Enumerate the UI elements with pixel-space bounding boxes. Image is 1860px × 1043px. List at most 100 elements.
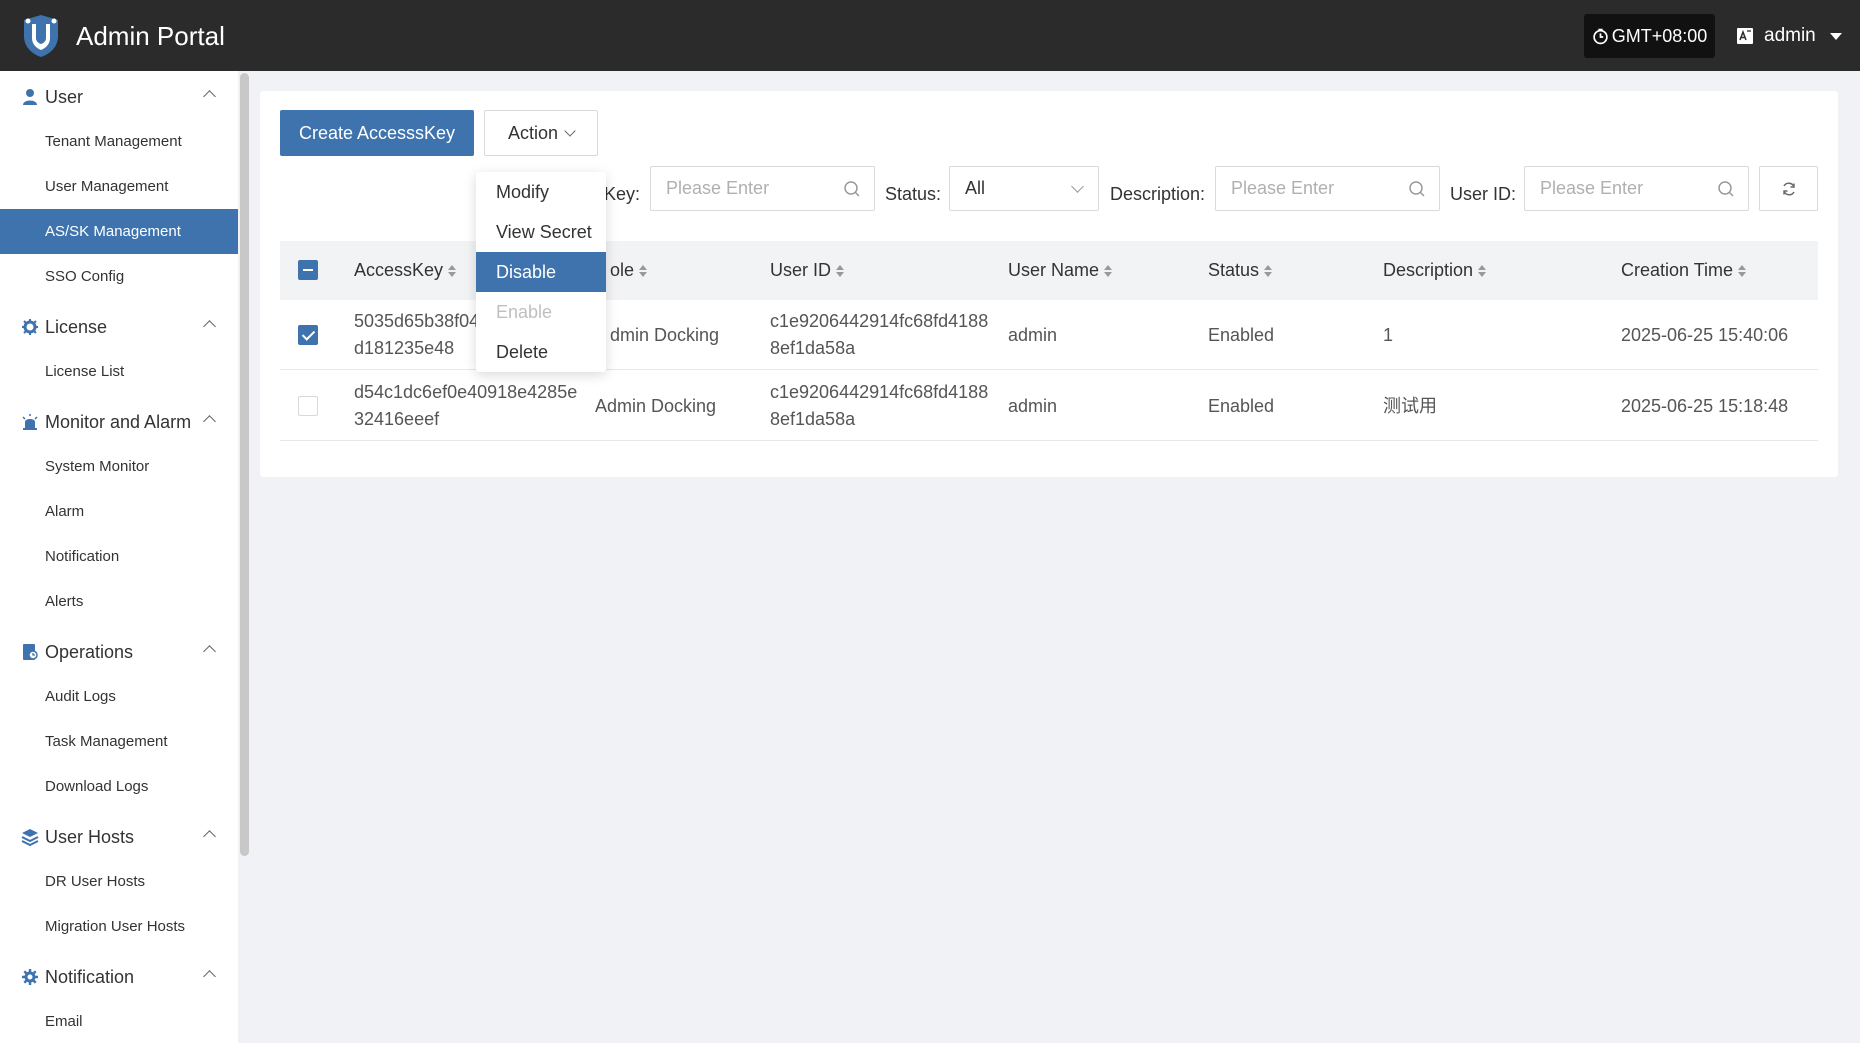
column-accesskey[interactable]: AccessKey [354,241,457,300]
sidebar-item-system-monitor[interactable]: System Monitor [0,444,238,489]
key-filter-label: Key: [604,183,641,204]
description-filter-label: Description: [1110,183,1206,204]
sidebar-group-label: User Hosts [45,826,135,847]
sort-icon[interactable] [1264,264,1273,277]
alarm-icon [20,412,40,432]
chevron-up-icon[interactable] [203,830,216,843]
chevron-down-icon [564,124,576,137]
menu-item-delete[interactable]: Delete [476,332,606,372]
description-cell: 测试用 [1383,395,1437,416]
sidebar-item-user-management[interactable]: User Management [0,164,238,209]
user-id-line: c1e9206442914fc68fd4188 [770,382,989,402]
timezone-badge[interactable]: GMT+08:00 [1584,14,1715,58]
sort-icon[interactable] [1104,264,1113,277]
sidebar-item-download-logs[interactable]: Download Logs [0,764,238,809]
description-cell: 1 [1383,324,1394,345]
license-icon [20,317,40,337]
top-bar: Admin Portal GMT+08:00 admin [0,0,1860,71]
brand[interactable]: Admin Portal [20,14,225,58]
column-description[interactable]: Description [1383,241,1487,300]
column-label: ole [610,260,635,280]
status-filter-value: All [965,178,986,198]
sidebar-item-alerts[interactable]: Alerts [0,579,238,624]
sort-icon[interactable] [1738,264,1747,277]
sidebar-item-as-sk-management[interactable]: AS/SK Management [0,209,238,254]
sidebar-item-notification[interactable]: Notification [0,534,238,579]
refresh-button[interactable] [1759,166,1818,211]
sidebar-item-alarm[interactable]: Alarm [0,489,238,534]
action-dropdown-button[interactable]: Action [484,110,598,156]
sidebar-item-audit-logs[interactable]: Audit Logs [0,674,238,719]
refresh-icon [1782,182,1795,195]
select-all-checkbox[interactable] [298,260,318,280]
sidebar-group-user[interactable]: User [0,75,238,119]
sidebar-item-license-list[interactable]: License List [0,349,238,394]
column-label: Status [1208,260,1260,280]
key-filter-field[interactable] [650,166,875,211]
column-role[interactable]: ole [610,241,648,300]
menu-item-disable[interactable]: Disable [476,252,606,292]
create-accesskey-button[interactable]: Create AccesssKey [280,110,474,156]
column-creation-time[interactable]: Creation Time [1621,241,1747,300]
user-menu[interactable]: admin [1736,14,1842,58]
column-user-id[interactable]: User ID [770,241,845,300]
column-label: User Name [1008,260,1100,280]
search-icon[interactable] [842,179,862,199]
sidebar-group-label: Notification [45,966,135,987]
status-cell: Enabled [1208,395,1275,416]
search-icon[interactable] [1716,179,1736,199]
user-name-cell: admin [1008,395,1058,416]
status-filter-label: Status: [885,183,942,204]
row-checkbox[interactable] [298,396,318,416]
timezone-label: GMT+08:00 [1611,25,1708,46]
menu-item-modify[interactable]: Modify [476,172,606,212]
sidebar-group-license[interactable]: License [0,305,238,349]
creation-time-cell: 2025-06-25 15:40:06 [1621,324,1789,345]
clock-icon [1592,28,1608,44]
action-menu: Modify View Secret Disable Enable Delete [476,172,606,372]
menu-item-view-secret[interactable]: View Secret [476,212,606,252]
sidebar-item-email[interactable]: Email [0,999,238,1043]
accesskey-cell: 5035d65b38f04 d181235e48 [354,300,479,370]
sidebar-item-task-management[interactable]: Task Management [0,719,238,764]
column-user-name[interactable]: User Name [1008,241,1113,300]
accesskey-line: d181235e48 [354,338,455,358]
description-filter-field[interactable] [1215,166,1440,211]
table-row[interactable]: d54c1dc6ef0e40918e4285e 32416eeef Admin … [280,371,1818,441]
role-cell: Admin Docking [595,395,717,416]
accesskey-line: 5035d65b38f04 [354,311,480,331]
column-status[interactable]: Status [1208,241,1273,300]
sidebar-item-tenant-management[interactable]: Tenant Management [0,119,238,164]
chevron-up-icon[interactable] [203,645,216,658]
sidebar-item-sso-config[interactable]: SSO Config [0,254,238,299]
search-icon[interactable] [1407,179,1427,199]
column-label: User ID [770,260,832,280]
sort-icon[interactable] [639,264,648,277]
status-cell: Enabled [1208,324,1275,345]
sidebar-group-monitor-and-alarm[interactable]: Monitor and Alarm [0,400,238,444]
chevron-up-icon[interactable] [203,415,216,428]
sidebar-item-dr-user-hosts[interactable]: DR User Hosts [0,859,238,904]
sort-icon[interactable] [448,264,457,277]
sort-icon[interactable] [1478,264,1487,277]
user-id-cell: c1e9206442914fc68fd4188 8ef1da58a [770,371,988,441]
user-id-line: 8ef1da58a [770,338,856,358]
user-name-cell: admin [1008,324,1058,345]
chevron-up-icon[interactable] [203,90,216,103]
sidebar-group-notification[interactable]: Notification [0,955,238,999]
sort-icon[interactable] [836,264,845,277]
userid-filter-label: User ID: [1450,183,1517,204]
sidebar-group-user-hosts[interactable]: User Hosts [0,815,238,859]
chevron-up-icon[interactable] [203,320,216,333]
user-id-cell: c1e9206442914fc68fd4188 8ef1da58a [770,300,988,370]
sidebar-group-operations[interactable]: Operations [0,630,238,674]
column-label: AccessKey [354,260,444,280]
sidebar-scrollbar[interactable] [240,73,249,856]
caret-down-icon [1829,32,1842,40]
status-filter-select[interactable]: All [949,166,1099,211]
userid-filter-field[interactable] [1524,166,1749,211]
row-checkbox[interactable] [298,325,318,345]
sidebar-item-migration-user-hosts[interactable]: Migration User Hosts [0,904,238,949]
shield-logo-icon [24,15,58,57]
chevron-up-icon[interactable] [203,970,216,983]
